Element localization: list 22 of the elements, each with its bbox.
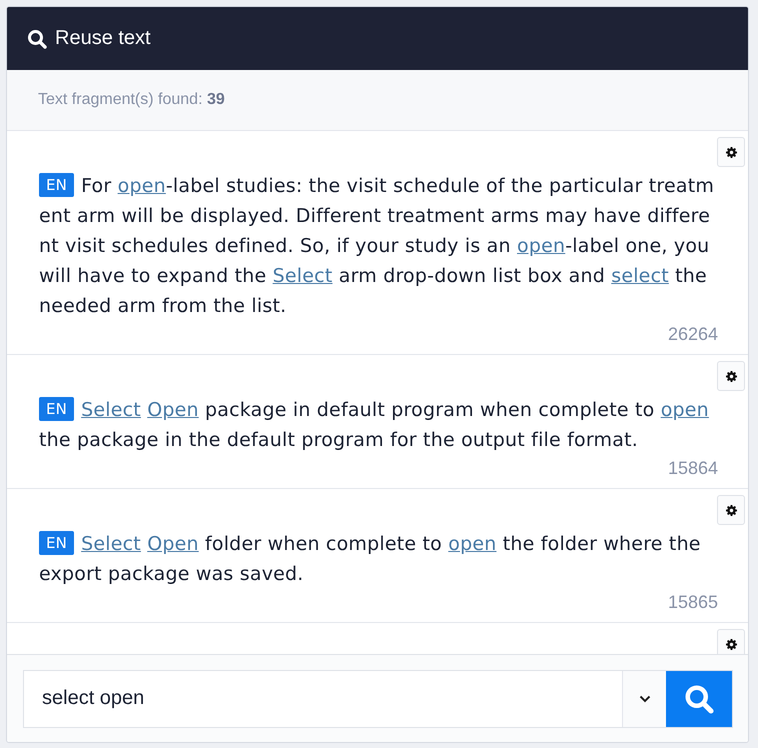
panel-title: Reuse text: [55, 27, 151, 50]
search-field[interactable]: select open: [23, 670, 733, 728]
fragment-id: 26264: [666, 323, 718, 346]
term-link[interactable]: Open: [147, 399, 199, 421]
term-link[interactable]: open: [660, 399, 709, 421]
language-badge: EN: [39, 397, 74, 421]
term-link[interactable]: Select: [81, 533, 141, 555]
term-link[interactable]: open: [118, 175, 166, 197]
fragment-text: EN For open-label studies: the visit schedule of the particular treatment arm will be displayed. Different treatment arms may have different visit schedules defined. So, if your study is an open-label one, you will have to expand the Select arm drop-down list box and select the needed arm from the list.: [39, 172, 716, 319]
fragment-id: 15864: [666, 457, 718, 480]
results-count: Text fragment(s) found: 39: [38, 91, 225, 109]
term-link[interactable]: open: [448, 533, 496, 555]
fragment-text: EN Select Open package in default program when complete to open the package in the default program for the output file format.: [39, 396, 710, 453]
fragment-text: EN Select Open folder when complete to open the folder where the export package was saved.: [39, 530, 702, 587]
term-link[interactable]: Open: [147, 533, 199, 555]
term-link[interactable]: select: [611, 265, 669, 287]
language-badge: EN: [39, 173, 74, 197]
fragment-id: 15865: [666, 591, 718, 614]
term-link[interactable]: Select: [81, 399, 141, 421]
term-link[interactable]: Select: [272, 265, 332, 287]
language-badge: EN: [39, 531, 74, 555]
term-link[interactable]: open: [517, 235, 566, 257]
